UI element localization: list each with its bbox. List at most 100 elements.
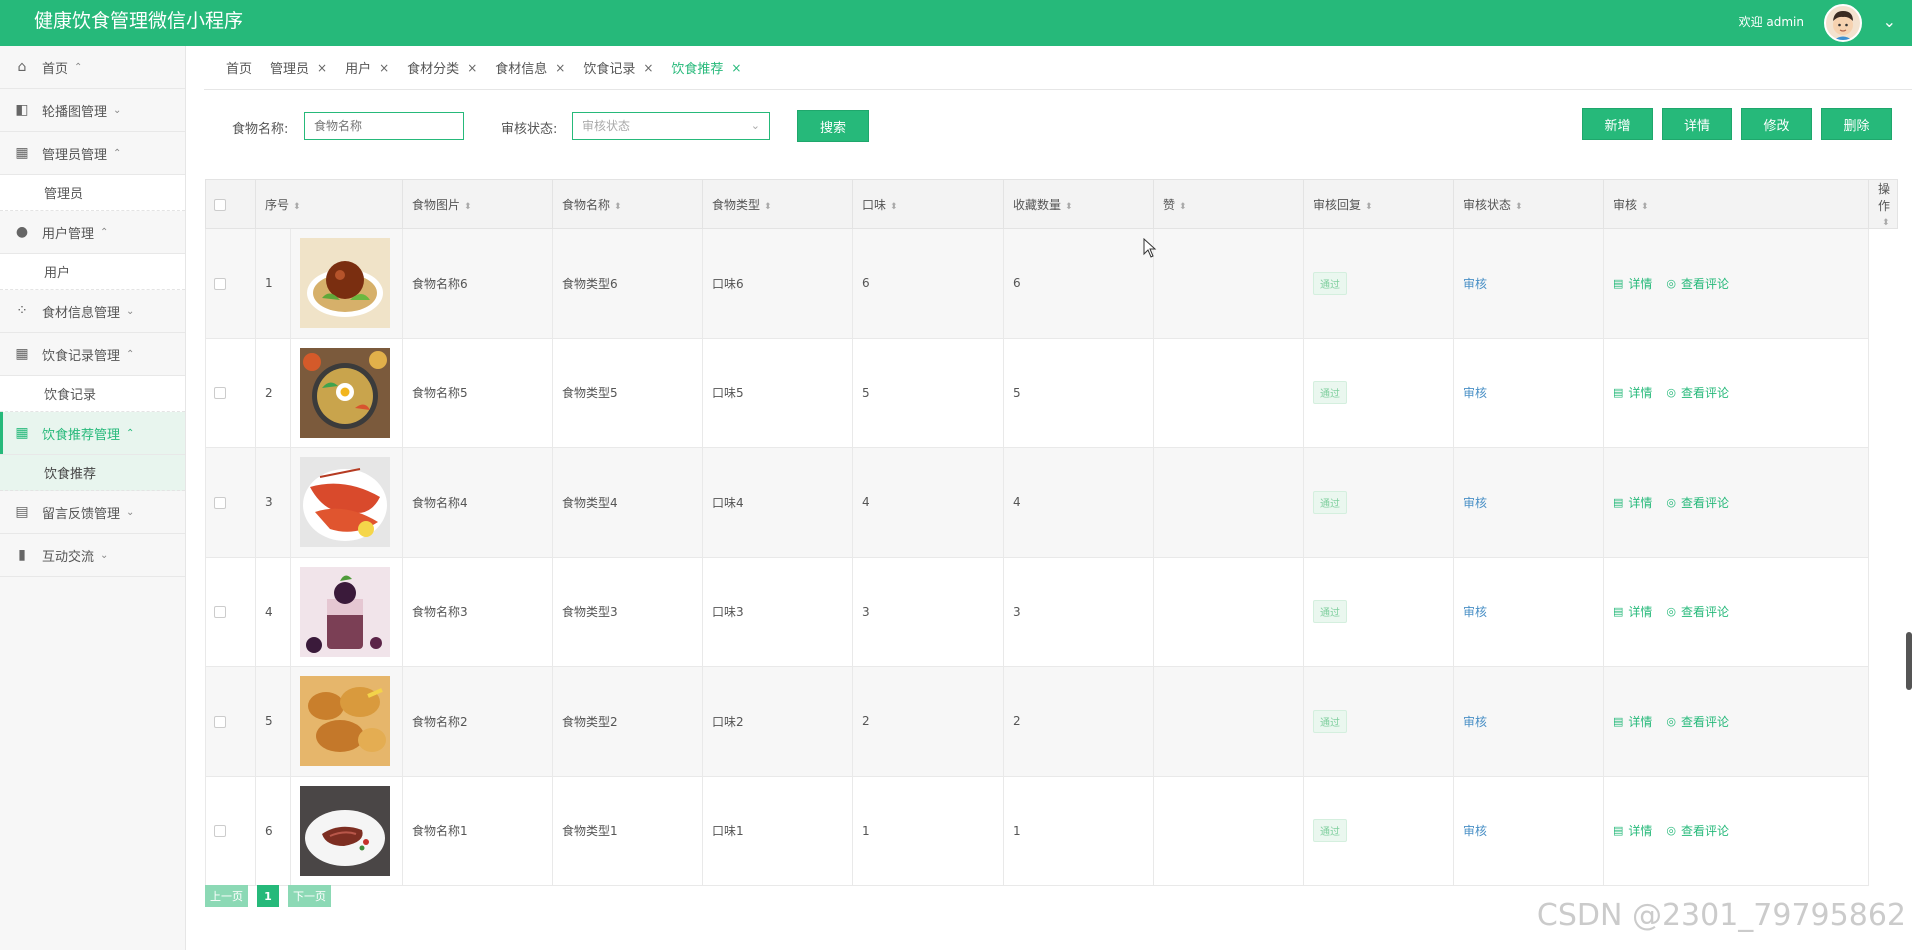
sidebar-item-8[interactable]: ▮ 互动交流 ⌄ — [0, 534, 185, 577]
close-icon[interactable]: × — [317, 61, 327, 75]
sidebar-item-4[interactable]: ⁘ 食材信息管理 ⌄ — [0, 290, 185, 333]
audit-link[interactable]: 审核 — [1463, 824, 1487, 838]
feedback-icon: ▤ — [15, 504, 29, 520]
tab-0[interactable]: 首页 — [226, 58, 252, 77]
cell-audit-reply — [1153, 556, 1304, 667]
row-detail-button[interactable]: ▤ 详情 — [1613, 603, 1652, 620]
audit-link[interactable]: 审核 — [1463, 605, 1487, 619]
sort-icon[interactable]: ⬍ — [614, 202, 622, 212]
page-number-button[interactable]: 1 — [257, 885, 279, 907]
close-icon[interactable]: × — [467, 61, 477, 75]
column-header[interactable]: 收藏数量 ⬍ — [1003, 179, 1154, 229]
row-checkbox[interactable] — [214, 277, 226, 290]
column-header[interactable]: 审核回复 ⬍ — [1303, 179, 1454, 229]
sidebar-subitem[interactable]: 饮食记录 — [0, 376, 185, 412]
tab-6[interactable]: 饮食推荐 × — [671, 58, 741, 78]
row-comments-button[interactable]: ◎ 查看评论 — [1666, 494, 1729, 511]
edit-button[interactable]: 修改 — [1741, 108, 1812, 140]
sort-icon[interactable]: ⬍ — [1882, 218, 1890, 228]
sort-icon[interactable]: ⬍ — [1179, 202, 1187, 212]
delete-button[interactable]: 删除 — [1821, 108, 1892, 140]
detail-button[interactable]: 详情 — [1662, 108, 1732, 140]
column-header[interactable]: 口味 ⬍ — [852, 179, 1004, 229]
audit-link[interactable]: 审核 — [1463, 496, 1487, 510]
prev-page-button[interactable]: 上一页 — [205, 885, 248, 907]
avatar[interactable] — [1824, 4, 1862, 42]
sidebar-item-2[interactable]: ▦ 管理员管理 ⌃ — [0, 132, 185, 175]
audit-link[interactable]: 审核 — [1463, 386, 1487, 400]
row-comments-button[interactable]: ◎ 查看评论 — [1666, 275, 1729, 292]
chevron-down-icon[interactable]: ⌄ — [1883, 12, 1896, 31]
status-badge: 通过 — [1313, 600, 1347, 624]
row-checkbox[interactable] — [214, 496, 226, 509]
sidebar-subitem[interactable]: 管理员 — [0, 175, 185, 211]
sort-icon[interactable]: ⬍ — [1515, 202, 1523, 212]
row-checkbox[interactable] — [214, 387, 226, 400]
row-comments-button[interactable]: ◎ 查看评论 — [1666, 713, 1729, 730]
column-header[interactable]: 食物名称 ⬍ — [552, 179, 703, 229]
tab-5[interactable]: 饮食记录 × — [583, 58, 653, 78]
sidebar-item-1[interactable]: ◧ 轮播图管理 ⌄ — [0, 89, 185, 132]
sort-icon[interactable]: ⬍ — [890, 202, 898, 212]
row-select-cell — [205, 666, 256, 777]
column-header[interactable]: 操作 ⬍ — [1868, 179, 1898, 229]
audit-link[interactable]: 审核 — [1463, 715, 1487, 729]
scrollbar-thumb[interactable] — [1906, 632, 1912, 690]
close-icon[interactable]: × — [731, 61, 741, 75]
select-all-checkbox[interactable] — [214, 198, 226, 211]
column-header[interactable]: 赞 ⬍ — [1153, 179, 1304, 229]
cell-index: 4 — [255, 556, 291, 667]
row-checkbox[interactable] — [214, 606, 226, 619]
close-icon[interactable]: × — [555, 61, 565, 75]
chevron-icon: ⌃ — [113, 147, 122, 159]
row-detail-button[interactable]: ▤ 详情 — [1613, 275, 1652, 292]
row-detail-button[interactable]: ▤ 详情 — [1613, 822, 1652, 839]
sort-icon[interactable]: ⬍ — [464, 202, 472, 212]
cell-likes: 5 — [1003, 337, 1154, 448]
row-comments-label: 查看评论 — [1681, 605, 1730, 620]
sidebar-item-7[interactable]: ▤ 留言反馈管理 ⌄ — [0, 491, 185, 534]
audit-status-select[interactable]: 审核状态 ⌄ — [572, 112, 770, 140]
tab-3[interactable]: 食材分类 × — [407, 58, 477, 78]
column-header[interactable]: 审核 ⬍ — [1603, 179, 1869, 229]
row-detail-button[interactable]: ▤ 详情 — [1613, 713, 1652, 730]
sidebar-item-6[interactable]: ▦ 饮食推荐管理 ⌃ — [0, 412, 185, 455]
add-button[interactable]: 新增 — [1582, 108, 1653, 140]
cell-audit-reply — [1153, 447, 1304, 558]
row-comments-button[interactable]: ◎ 查看评论 — [1666, 822, 1729, 839]
tab-4[interactable]: 食材信息 × — [495, 58, 565, 78]
close-icon[interactable]: × — [643, 61, 653, 75]
next-page-button[interactable]: 下一页 — [288, 885, 331, 907]
sidebar-subitem[interactable]: 饮食推荐 — [0, 455, 185, 491]
sidebar-item-5[interactable]: ▦ 饮食记录管理 ⌃ — [0, 333, 185, 376]
column-header[interactable]: 食物类型 ⬍ — [702, 179, 853, 229]
row-comments-button[interactable]: ◎ 查看评论 — [1666, 603, 1729, 620]
column-header[interactable]: 食物图片 ⬍ — [402, 179, 553, 229]
column-header[interactable]: 审核状态 ⬍ — [1453, 179, 1604, 229]
food-name-input[interactable] — [304, 112, 464, 140]
tab-2[interactable]: 用户 × — [345, 58, 389, 78]
sort-icon[interactable]: ⬍ — [293, 202, 301, 212]
sort-icon[interactable]: ⬍ — [1365, 202, 1373, 212]
sort-icon[interactable]: ⬍ — [1065, 202, 1073, 212]
row-checkbox[interactable] — [214, 825, 226, 838]
audit-link[interactable]: 审核 — [1463, 277, 1487, 291]
sidebar-subitem[interactable]: 用户 — [0, 254, 185, 290]
search-button[interactable]: 搜索 — [797, 110, 869, 142]
audit-status-placeholder: 审核状态 — [582, 119, 631, 133]
table-row: 1 食物名称6 食物类型6 口味6 6 6 通过 审核 ▤ 详情 ◎ 查看评论 — [205, 228, 1898, 339]
row-detail-button[interactable]: ▤ 详情 — [1613, 494, 1652, 511]
column-header[interactable]: 序号 ⬍ — [255, 179, 403, 229]
tab-1[interactable]: 管理员 × — [270, 58, 327, 78]
row-detail-label: 详情 — [1628, 386, 1653, 401]
row-checkbox[interactable] — [214, 715, 226, 728]
sidebar-item-0[interactable]: ⌂ 首页 ⌃ — [0, 46, 185, 89]
sort-icon[interactable]: ⬍ — [1641, 202, 1649, 212]
sidebar-item-3[interactable]: ● 用户管理 ⌃ — [0, 211, 185, 254]
sidebar-item-label: 留言反馈管理 — [42, 506, 121, 522]
sort-icon[interactable]: ⬍ — [764, 202, 772, 212]
close-icon[interactable]: × — [379, 61, 389, 75]
row-detail-button[interactable]: ▤ 详情 — [1613, 384, 1652, 401]
cell-index: 1 — [255, 228, 291, 339]
row-comments-button[interactable]: ◎ 查看评论 — [1666, 384, 1729, 401]
